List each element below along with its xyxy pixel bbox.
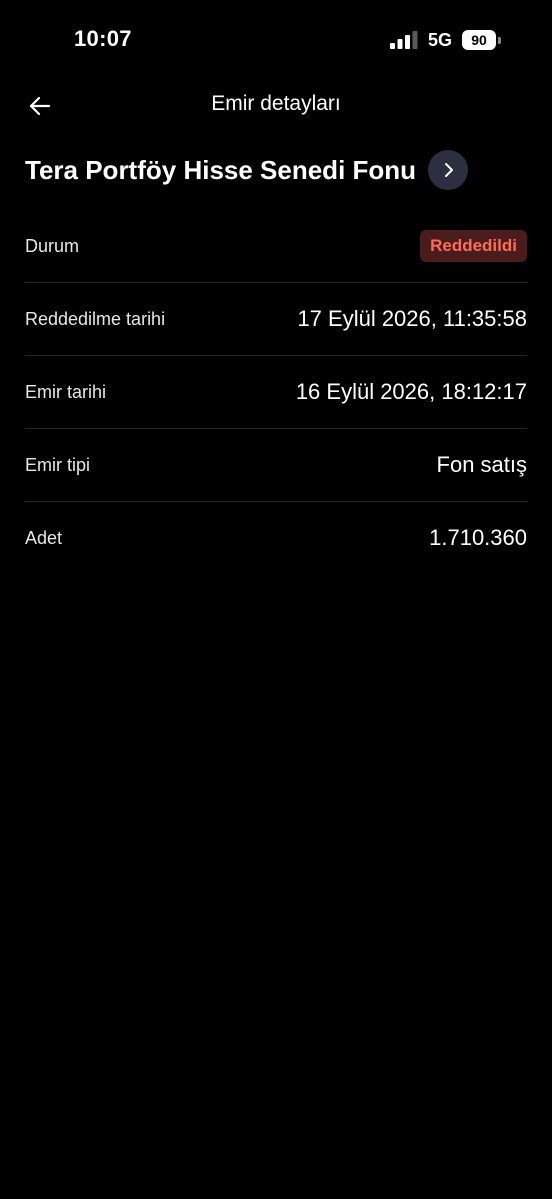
signal-icon (390, 31, 418, 49)
detail-row-order-type: Emir tipi Fon satış (25, 429, 527, 502)
battery-level: 90 (462, 30, 496, 50)
page-title: Emir detayları (211, 92, 341, 115)
status-bar: 10:07 5G 90 (0, 0, 552, 80)
status-time: 10:07 (74, 26, 132, 51)
quantity-value: 1.710.360 (429, 525, 527, 550)
order-date-label: Emir tarihi (25, 381, 107, 402)
chevron-right-icon (445, 163, 454, 177)
status-label: Durum (25, 235, 80, 256)
status-badge: Reddedildi (420, 230, 527, 262)
rejected-date-value: 17 Eylül 2026, 11:35:58 (297, 306, 527, 331)
network-label: 5G (428, 30, 453, 50)
quantity-label: Adet (25, 527, 63, 548)
header: Emir detayları (0, 82, 552, 128)
detail-row-order-date: Emir tarihi 16 Eylül 2026, 18:12:17 (25, 356, 527, 429)
battery-tip (498, 37, 501, 44)
order-details-list: Durum Reddedildi Reddedilme tarihi 17 Ey… (25, 210, 527, 574)
detail-row-status: Durum Reddedildi (25, 210, 527, 283)
battery-icon: 90 (462, 30, 502, 50)
fund-header: Tera Portföy Hisse Senedi Fonu (25, 148, 469, 192)
order-type-label: Emir tipi (25, 454, 91, 475)
fund-name: Tera Portföy Hisse Senedi Fonu (25, 154, 417, 185)
order-date-value: 16 Eylül 2026, 18:12:17 (295, 379, 527, 404)
detail-row-rejected-date: Reddedilme tarihi 17 Eylül 2026, 11:35:5… (25, 283, 527, 356)
detail-row-quantity: Adet 1.710.360 (25, 502, 527, 574)
rejected-date-label: Reddedilme tarihi (25, 308, 166, 329)
order-type-value: Fon satış (436, 452, 527, 477)
fund-detail-button[interactable] (428, 150, 469, 190)
